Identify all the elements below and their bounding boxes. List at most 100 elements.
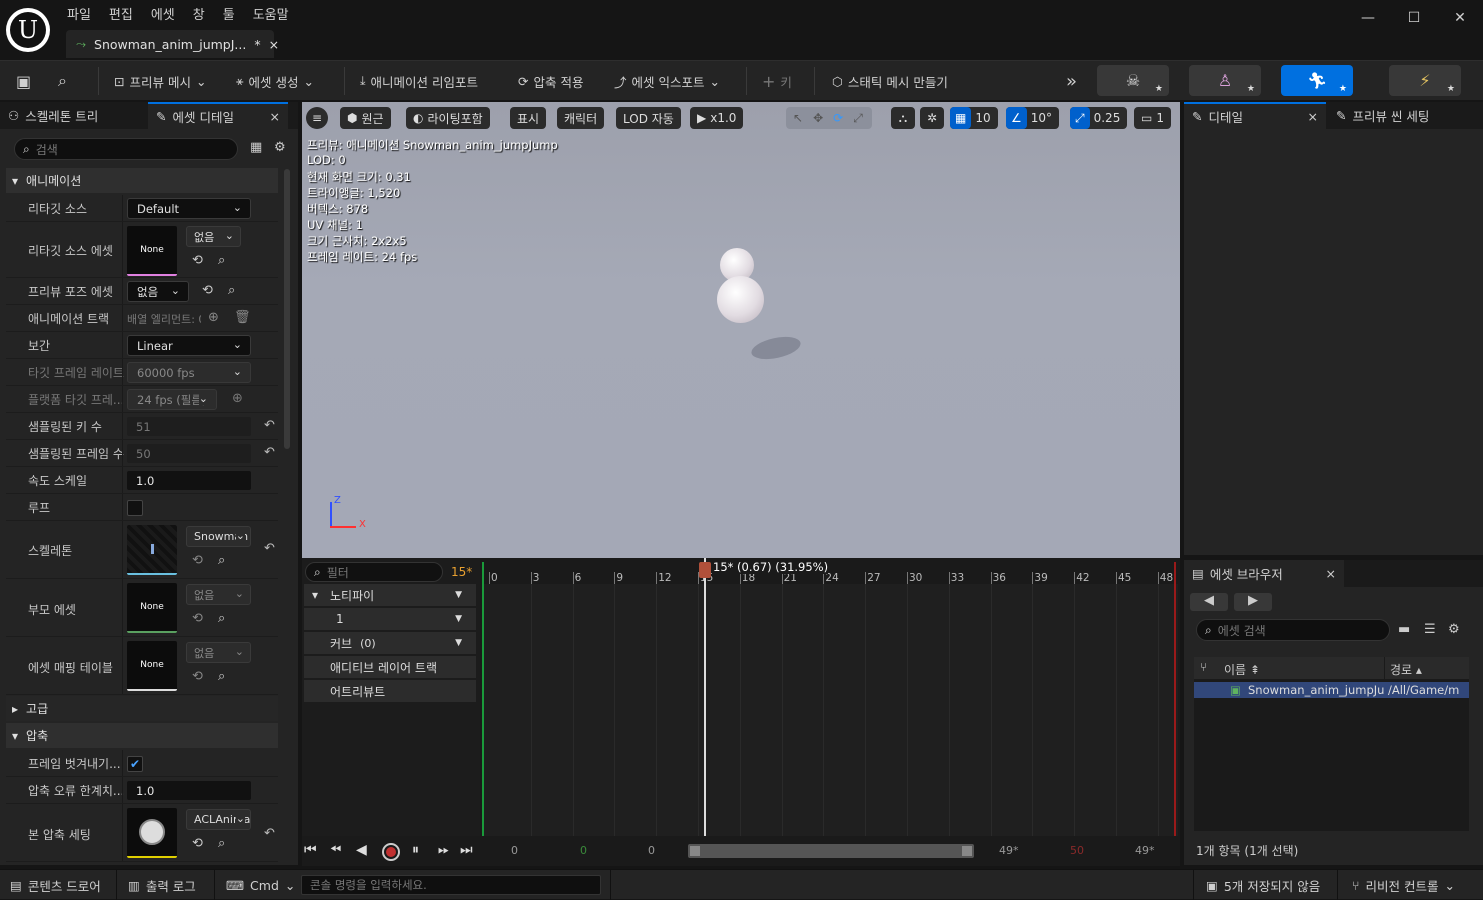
angle-snap-button[interactable]: ∠ 10°: [1006, 107, 1060, 129]
maximize-button[interactable]: ☐: [1391, 0, 1437, 36]
perspective-button[interactable]: ⬢ 원근: [340, 107, 391, 129]
retarget-source-dropdown[interactable]: Default ⌄: [127, 198, 251, 219]
reset-icon[interactable]: ↶: [264, 445, 275, 460]
browse-button[interactable]: ⌕: [58, 61, 67, 101]
menu-asset[interactable]: 에셋: [142, 2, 184, 24]
character-button[interactable]: 캐릭터: [557, 107, 605, 129]
mapping-table-picker[interactable]: 없음 ⌄: [186, 642, 251, 663]
viewport-options-button[interactable]: ≡: [306, 107, 328, 129]
tab-skeleton-tree[interactable]: ⚇ 스켈레톤 트리: [0, 102, 148, 129]
column-name-header[interactable]: 이름 ⇞: [1224, 661, 1260, 678]
asset-list-row[interactable]: ▣ Snowman_anim_jumpJump /All/Game/m: [1194, 682, 1469, 698]
close-tab-icon[interactable]: ×: [269, 37, 279, 52]
browse-asset-icon[interactable]: ⌕: [218, 611, 225, 626]
browse-asset-icon[interactable]: ⌕: [218, 553, 225, 568]
menu-window[interactable]: 창: [184, 2, 214, 24]
compression-error-field[interactable]: 1.0: [127, 781, 251, 800]
asset-search-input[interactable]: ⌕ 에셋 검색: [1196, 619, 1390, 641]
rate-scale-field[interactable]: 1.0: [127, 471, 251, 490]
export-asset-button[interactable]: ⤴ 에셋 익스포트 ⌄: [614, 61, 720, 101]
bone-compression-thumbnail[interactable]: [127, 808, 177, 858]
scrollbar-left-handle[interactable]: [690, 846, 700, 856]
record-button[interactable]: [382, 843, 400, 861]
browse-asset-icon[interactable]: ⌕: [218, 836, 225, 851]
tab-asset-browser[interactable]: ▤ 에셋 브라우저 ×: [1184, 560, 1344, 587]
browse-asset-icon[interactable]: ⌕: [218, 253, 225, 268]
skeleton-thumbnail[interactable]: [127, 525, 177, 575]
interpolation-dropdown[interactable]: Linear ⌄: [127, 335, 251, 356]
tab-preview-scene-settings[interactable]: ✎ 프리뷰 씬 세팅: [1328, 102, 1478, 129]
use-selected-icon[interactable]: ⟲: [192, 611, 203, 626]
menu-file[interactable]: 파일: [58, 2, 100, 24]
scrollbar-right-handle[interactable]: [962, 846, 972, 856]
retarget-asset-picker[interactable]: 없음 ⌄: [186, 226, 241, 247]
camera-speed-button[interactable]: ▭ 1: [1134, 107, 1171, 129]
mapping-table-thumbnail[interactable]: None: [127, 641, 177, 691]
use-selected-icon[interactable]: ⟲: [192, 669, 203, 684]
surface-snap-button[interactable]: ✲: [920, 107, 944, 129]
filter-icon[interactable]: ☰: [1424, 622, 1436, 637]
play-reverse-icon[interactable]: ◀: [356, 842, 367, 858]
category-compression[interactable]: ▾ 압축: [6, 723, 278, 748]
reset-icon[interactable]: ↶: [264, 541, 275, 556]
revision-control-button[interactable]: ⑂ 리비전 컨트롤 ⌄: [1352, 870, 1455, 900]
use-selected-icon[interactable]: ⟲: [202, 283, 213, 298]
console-input[interactable]: 콘솔 명령을 입력하세요.: [301, 875, 601, 895]
playhead-handle[interactable]: [699, 562, 711, 578]
save-button[interactable]: ▣: [16, 61, 31, 101]
toolbar-overflow-button[interactable]: »: [1066, 61, 1077, 101]
view-end-value[interactable]: 49*: [999, 844, 1019, 857]
working-start-value[interactable]: 0: [648, 844, 655, 857]
add-element-icon[interactable]: ⊕: [208, 310, 219, 325]
lighting-button[interactable]: ◐ 라이팅포함: [406, 107, 490, 129]
track-additive-layer[interactable]: 애디티브 레이어 트랙: [304, 656, 476, 678]
preview-viewport[interactable]: ≡ ⬢ 원근 ◐ 라이팅포함 표시 캐릭터 LOD 자동 ▶ x1.0 ↖ ✥ ⟳ ⤢ ⛬ …: [302, 102, 1180, 558]
dropdown-arrow-icon[interactable]: ▼: [455, 638, 462, 648]
asset-thumbnail[interactable]: None: [127, 226, 177, 276]
unreal-logo-icon[interactable]: U: [6, 8, 50, 52]
select-icon[interactable]: ↖: [793, 111, 803, 125]
folder-icon[interactable]: ▬: [1398, 622, 1410, 637]
preview-mesh-button[interactable]: ⊡ 프리뷰 메시 ⌄: [114, 61, 206, 101]
parent-asset-thumbnail[interactable]: None: [127, 583, 177, 633]
physics-mode-button[interactable]: ⚡︎ ★: [1389, 65, 1461, 96]
step-back-icon[interactable]: ⏪︎: [330, 842, 341, 858]
animation-mode-button[interactable]: 🏃︎ ★: [1281, 65, 1353, 96]
reimport-button[interactable]: ⤓ 애니메이션 리임포트: [360, 61, 478, 101]
key-button[interactable]: + 키: [762, 61, 792, 101]
dropdown-arrow-icon[interactable]: ▼: [455, 590, 462, 600]
skeleton-picker[interactable]: Snowman ⌄: [186, 526, 251, 547]
timeline-grid[interactable]: 0 3 6 9 12 15 18 21 24 27 30 33 36 39 42 45 48 15* (0.67…: [482, 558, 1178, 836]
playhead-line[interactable]: [704, 558, 706, 836]
apply-compression-button[interactable]: ⟳ 압축 적용: [518, 61, 583, 101]
skip-to-end-icon[interactable]: ⏭: [460, 842, 473, 858]
output-log-button[interactable]: ▥ 출력 로그: [128, 870, 196, 900]
parent-asset-picker[interactable]: 없음 ⌄: [186, 584, 251, 605]
preview-pose-dropdown[interactable]: 없음 ⌄: [127, 281, 189, 302]
reset-icon[interactable]: ↶: [264, 826, 275, 841]
browse-asset-icon[interactable]: ⌕: [228, 283, 235, 298]
source-control-icon[interactable]: ⑂: [1200, 660, 1207, 674]
make-static-mesh-button[interactable]: ⬡ 스태틱 메시 만들기: [832, 61, 948, 101]
use-selected-icon[interactable]: ⟲: [192, 553, 203, 568]
move-icon[interactable]: ✥: [813, 111, 823, 125]
bone-compression-picker[interactable]: ACLAnimation⌄: [186, 809, 251, 830]
scale-snap-button[interactable]: ⤢ 0.25: [1070, 107, 1128, 129]
loop-checkbox[interactable]: [127, 500, 143, 516]
show-button[interactable]: 표시: [510, 107, 547, 129]
tab-asset-details[interactable]: ✎ 에셋 디테일 ×: [148, 102, 288, 129]
lod-button[interactable]: LOD 자동: [616, 107, 681, 129]
details-search-input[interactable]: ⌕ 검색: [14, 138, 238, 160]
timeline-filter-input[interactable]: ⌕ 필터: [305, 562, 443, 582]
browse-asset-icon[interactable]: ⌕: [218, 669, 225, 684]
skip-to-start-icon[interactable]: ⏮: [304, 842, 317, 858]
cmd-dropdown[interactable]: ⌨ Cmd ⌄: [226, 870, 295, 900]
mesh-mode-button[interactable]: ♙ ★: [1189, 65, 1261, 96]
document-tab[interactable]: ⤳ Snowman_anim_jumpJ... * ×: [66, 30, 279, 58]
track-notify-1[interactable]: 1 ▼: [304, 608, 476, 630]
timeline-ruler[interactable]: 0 3 6 9 12 15 18 21 24 27 30 33 36 39 42 45 48: [482, 558, 1178, 584]
back-button[interactable]: ◀: [1190, 593, 1228, 611]
working-end-value[interactable]: 49*: [1135, 844, 1155, 857]
skeleton-mode-button[interactable]: ☠ ★: [1097, 65, 1169, 96]
gear-icon[interactable]: ⚙: [1448, 622, 1460, 637]
